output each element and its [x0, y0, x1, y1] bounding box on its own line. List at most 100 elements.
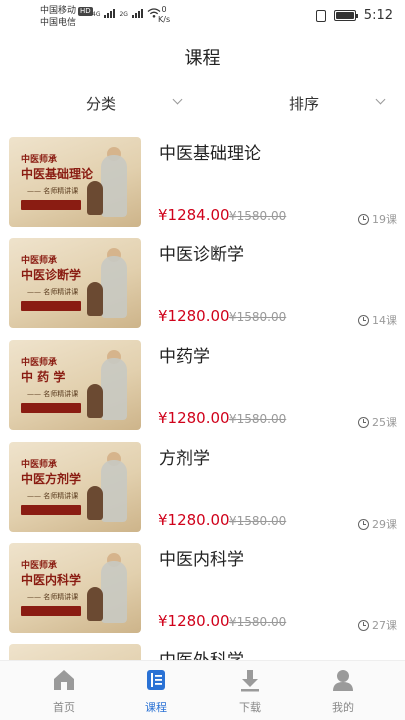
tab-course-label: 课程 — [145, 701, 167, 714]
lesson-count: 14课 — [358, 312, 397, 328]
speed-value: 0 — [161, 5, 167, 14]
sage-figure — [101, 358, 127, 420]
network-type-2: 2G — [119, 11, 128, 18]
original-price: ¥1580.00 — [229, 615, 287, 629]
lesson-count-label: 19课 — [372, 213, 397, 226]
original-price: ¥1580.00 — [229, 514, 287, 528]
course-price: ¥1280.00 — [158, 409, 230, 427]
original-price: ¥1580.00 — [229, 310, 287, 324]
page-title: 课程 — [184, 48, 221, 69]
sage-figure — [101, 561, 127, 623]
lesson-count-label: 14课 — [372, 314, 397, 327]
thumb-tag: 中医师承 — [21, 561, 58, 571]
lesson-count-label: 29课 — [372, 518, 397, 531]
thumb-banner — [21, 200, 81, 210]
course-item[interactable]: 中医师承 中医内科学 —— 名师精讲课 中医内科学 ¥1280.00 ¥1580… — [0, 541, 405, 633]
book-icon — [147, 670, 165, 690]
chevron-down-icon[interactable] — [375, 94, 386, 105]
thumb-banner — [21, 403, 81, 413]
tab-home-label: 首页 — [53, 701, 75, 714]
course-thumbnail[interactable]: 中医师承 中 药 学 —— 名师精讲课 — [9, 340, 141, 430]
course-thumbnail[interactable]: 中医师承 中医基础理论 —— 名师精讲课 — [9, 137, 141, 227]
course-item[interactable]: 中医师承 中医基础理论 —— 名师精讲课 中医基础理论 ¥1284.00 ¥15… — [0, 135, 405, 227]
signal-2-icon — [131, 9, 143, 18]
thumb-banner — [21, 606, 81, 616]
course-item[interactable]: 中医外科学 — [0, 642, 405, 660]
thumb-tag: 中医师承 — [21, 460, 58, 470]
clock-icon — [358, 314, 369, 326]
course-title[interactable]: 中医外科学 — [159, 646, 244, 660]
pupil-figure — [87, 486, 103, 520]
course-item[interactable]: 中医师承 中医方剂学 —— 名师精讲课 方剂学 ¥1280.00 ¥1580.0… — [0, 440, 405, 532]
tab-course[interactable]: 课程 — [116, 661, 196, 720]
thumb-subtitle: —— 名师精讲课 — [27, 187, 79, 195]
course-title[interactable]: 中医诊断学 — [159, 240, 244, 265]
sort-filter[interactable]: 排序 — [289, 88, 319, 118]
user-icon — [333, 670, 353, 691]
course-thumbnail[interactable]: 中医师承 中医方剂学 —— 名师精讲课 — [9, 442, 141, 532]
course-item[interactable]: 中医师承 中 药 学 —— 名师精讲课 中药学 ¥1280.00 ¥1580.0… — [0, 338, 405, 430]
tab-download[interactable]: 下载 — [210, 661, 290, 720]
sage-figure — [101, 155, 127, 217]
chevron-down-icon[interactable] — [172, 94, 183, 105]
signal-icons: 4G 2G — [92, 8, 161, 18]
thumb-tag: 中医师承 — [21, 155, 58, 165]
category-filter[interactable]: 分类 — [86, 88, 116, 118]
filter-bar: 分类 排序 — [0, 88, 405, 118]
thumb-tag: 中医师承 — [21, 358, 58, 368]
tab-home[interactable]: 首页 — [24, 661, 104, 720]
course-title[interactable]: 中医基础理论 — [159, 139, 261, 164]
thumb-title: 中医方剂学 — [21, 472, 82, 486]
course-item[interactable]: 中医师承 中医诊断学 —— 名师精讲课 中医诊断学 ¥1280.00 ¥1580… — [0, 236, 405, 328]
category-filter-label: 分类 — [86, 94, 117, 113]
pupil-figure — [87, 282, 103, 316]
home-icon — [54, 670, 74, 690]
signal-1-icon — [104, 9, 116, 18]
course-thumbnail[interactable]: 中医师承 中医内科学 —— 名师精讲课 — [9, 543, 141, 633]
thumb-title: 中医基础理论 — [21, 167, 94, 181]
thumb-subtitle: —— 名师精讲课 — [27, 390, 79, 398]
tab-me-label: 我的 — [332, 701, 354, 714]
thumb-subtitle: —— 名师精讲课 — [27, 492, 79, 500]
clock-time: 5:12 — [363, 8, 393, 23]
carrier-1: 中国移动 — [40, 6, 77, 16]
pupil-figure — [87, 587, 103, 621]
lesson-count: 29课 — [358, 516, 397, 532]
thumb-tag: 中医师承 — [21, 256, 58, 266]
original-price: ¥1580.00 — [229, 412, 287, 426]
sage-figure — [101, 460, 127, 522]
course-price: ¥1284.00 — [158, 206, 230, 224]
clock-icon — [358, 416, 369, 428]
course-price: ¥1280.00 — [158, 307, 230, 325]
course-price: ¥1280.00 — [158, 612, 230, 630]
course-title[interactable]: 中药学 — [159, 342, 210, 367]
clock-icon — [358, 619, 369, 631]
course-title[interactable]: 方剂学 — [159, 444, 210, 469]
hd-badge: HD — [78, 7, 93, 16]
lesson-count: 19课 — [358, 211, 397, 227]
lesson-count-label: 25课 — [372, 416, 397, 429]
clock-icon — [358, 518, 369, 530]
clock-icon — [358, 213, 369, 225]
thumb-banner — [21, 301, 81, 311]
sort-filter-label: 排序 — [289, 94, 320, 113]
download-icon — [241, 670, 259, 692]
course-price: ¥1280.00 — [158, 511, 230, 529]
speed-unit: K/s — [158, 15, 171, 24]
course-list[interactable]: 中医师承 中医基础理论 —— 名师精讲课 中医基础理论 ¥1284.00 ¥15… — [0, 135, 405, 660]
network-type-1: 4G — [92, 11, 101, 18]
course-thumbnail[interactable]: 中医师承 中医诊断学 —— 名师精讲课 — [9, 238, 141, 328]
tab-me[interactable]: 我的 — [303, 661, 383, 720]
course-thumbnail[interactable] — [9, 644, 141, 660]
lesson-count: 25课 — [358, 414, 397, 430]
thumb-title: 中医诊断学 — [21, 268, 82, 282]
carrier-2: 中国电信 — [40, 18, 77, 28]
lesson-count: 27课 — [358, 617, 397, 633]
battery-icon — [333, 10, 358, 21]
sage-figure — [101, 256, 127, 318]
pupil-figure — [87, 384, 103, 418]
status-right: 5:12 — [315, 8, 393, 23]
carrier-info: 中国移动 HD 中国电信 — [40, 5, 93, 29]
vibrate-icon — [315, 9, 326, 22]
course-title[interactable]: 中医内科学 — [159, 545, 244, 570]
